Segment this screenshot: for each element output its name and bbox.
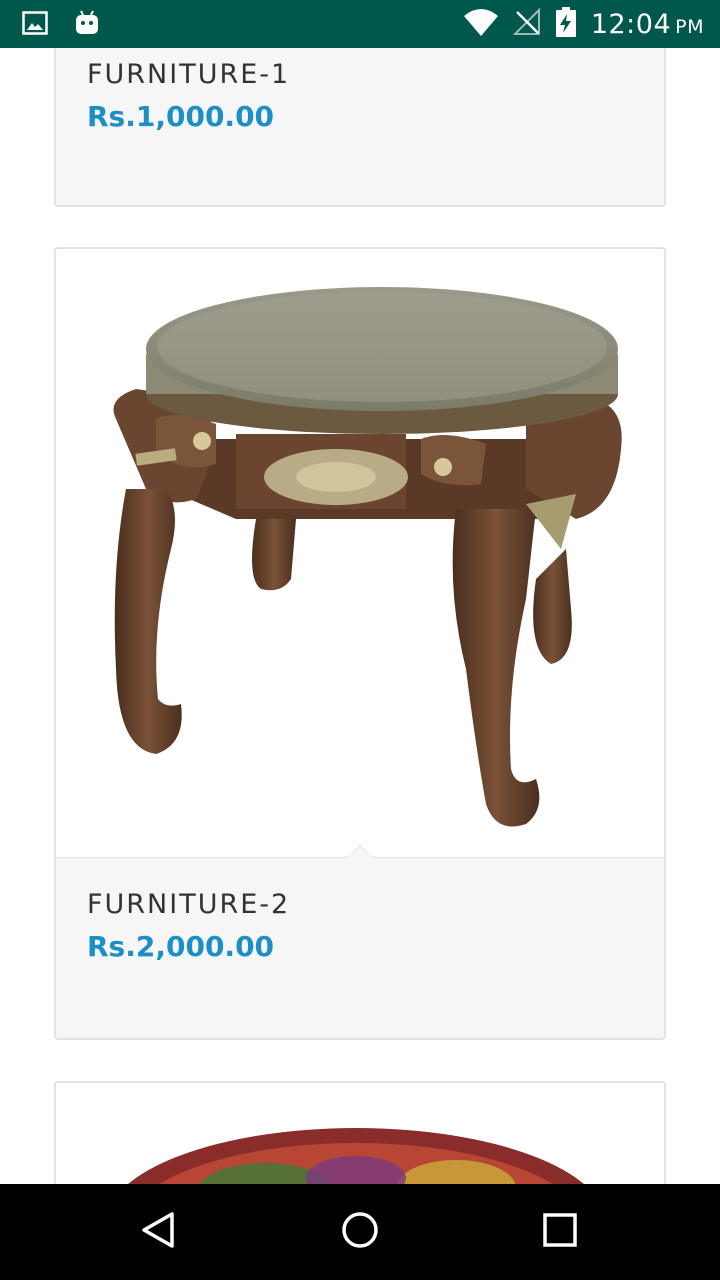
home-icon bbox=[340, 1210, 380, 1254]
product-list[interactable]: FURNITURE-1 Rs.1,000.00 FURNITURE-2 Rs.2… bbox=[0, 48, 720, 1184]
home-button[interactable] bbox=[338, 1210, 382, 1254]
product-info: FURNITURE-1 Rs.1,000.00 bbox=[56, 48, 664, 205]
product-card[interactable]: FURNITURE-2 Rs.2,000.00 bbox=[54, 247, 666, 1040]
product-card[interactable] bbox=[54, 1081, 666, 1184]
elephant-stool-image bbox=[56, 249, 664, 857]
product-title: FURNITURE-1 bbox=[87, 59, 291, 90]
product-price: Rs.1,000.00 bbox=[87, 100, 275, 133]
battery-charging-icon bbox=[555, 7, 577, 41]
product-image[interactable] bbox=[56, 1083, 664, 1184]
product-card[interactable]: FURNITURE-1 Rs.1,000.00 bbox=[54, 48, 666, 207]
product-image[interactable] bbox=[56, 249, 664, 858]
product-title: FURNITURE-2 bbox=[87, 889, 291, 920]
no-signal-icon bbox=[512, 7, 541, 40]
image-notification-icon bbox=[22, 11, 48, 39]
recents-icon bbox=[540, 1210, 580, 1254]
android-notification-icon bbox=[74, 10, 100, 40]
navigation-bar bbox=[0, 1184, 720, 1280]
status-clock: 12:04 PM bbox=[591, 9, 704, 40]
clock-time: 12:04 bbox=[590, 8, 672, 40]
recents-button[interactable] bbox=[538, 1210, 582, 1254]
product-info: FURNITURE-2 Rs.2,000.00 bbox=[56, 858, 664, 1038]
back-button[interactable] bbox=[138, 1210, 182, 1254]
product-price: Rs.2,000.00 bbox=[87, 930, 275, 963]
clock-ampm: PM bbox=[675, 15, 704, 38]
status-bar: 12:04 PM bbox=[0, 0, 720, 48]
card-notch bbox=[346, 845, 374, 858]
painted-stool-image bbox=[56, 1083, 664, 1184]
wifi-icon bbox=[463, 8, 499, 40]
back-icon bbox=[140, 1210, 180, 1254]
